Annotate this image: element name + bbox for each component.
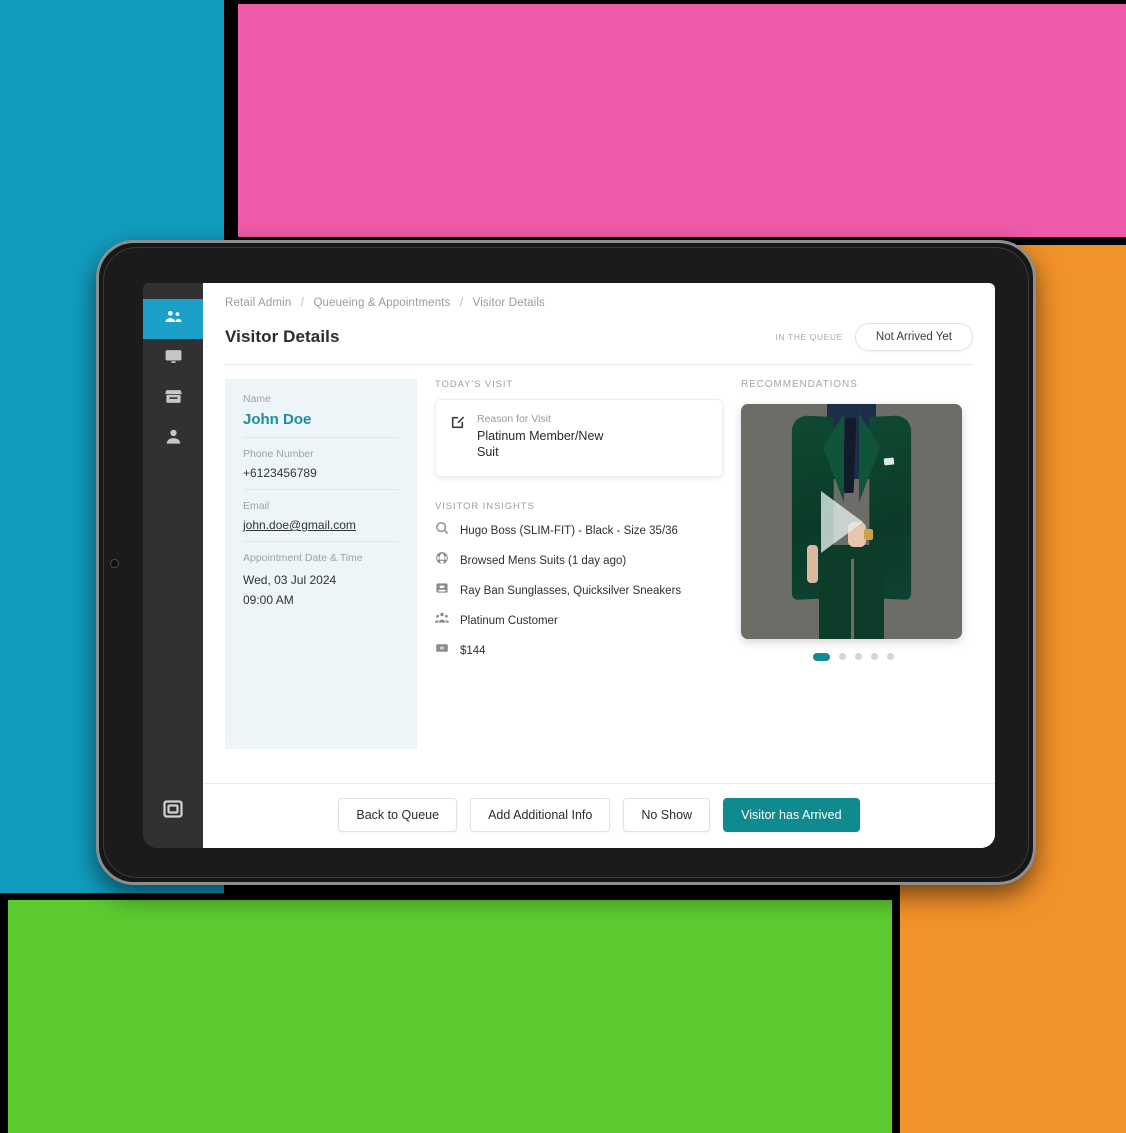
page-header: Visitor Details IN THE QUEUE Not Arrived… <box>225 323 973 351</box>
insight-text: Hugo Boss (SLIM-FIT) - Black - Size 35/3… <box>460 524 678 537</box>
insight-row: $144 <box>435 641 723 660</box>
play-icon[interactable] <box>820 490 863 553</box>
insight-row: Ray Ban Sunglasses, Quicksilver Sneakers <box>435 581 723 600</box>
sidebar-item-displays[interactable] <box>143 339 203 379</box>
money-card-icon <box>435 641 449 660</box>
app-body: Retail Admin / Queueing & Appointments /… <box>203 283 995 783</box>
appointment-date-value: Wed, 03 Jul 2024 <box>243 573 337 587</box>
recommendation-media-card[interactable] <box>741 404 962 639</box>
breadcrumb: Retail Admin / Queueing & Appointments /… <box>225 297 973 309</box>
sidebar-item-stop[interactable] <box>143 797 203 826</box>
people-group-icon <box>435 611 449 630</box>
breadcrumb-item-retail-admin[interactable]: Retail Admin <box>225 297 291 309</box>
carousel-dot-3[interactable] <box>854 653 862 661</box>
visit-details-column: TODAY'S VISIT Reason for Visit Platinum … <box>417 379 741 749</box>
search-icon <box>435 521 449 540</box>
field-email: Email john.doe@gmail.com <box>243 500 399 542</box>
visitor-email-value[interactable]: john.doe@gmail.com <box>243 518 399 532</box>
field-label: Appointment Date & Time <box>243 552 363 564</box>
tablet-screen: Retail Admin / Queueing & Appointments /… <box>143 283 995 848</box>
sidebar-item-queue[interactable] <box>143 299 203 339</box>
sidebar-item-store[interactable] <box>143 379 203 419</box>
reason-text-group: Reason for Visit Platinum Member/New Sui… <box>477 413 627 463</box>
visitor-insights-section: VISITOR INSIGHTS Hugo Boss (SLIM-FIT) - … <box>435 501 723 660</box>
screenshot-stage: Retail Admin / Queueing & Appointments /… <box>0 0 1126 1133</box>
back-to-queue-button[interactable]: Back to Queue <box>338 798 458 832</box>
add-additional-info-button[interactable]: Add Additional Info <box>470 798 611 832</box>
monitor-icon <box>164 347 183 371</box>
visitor-info-panel: Name John Doe Phone Number +6123456789 E… <box>225 379 417 749</box>
breadcrumb-item-queueing[interactable]: Queueing & Appointments <box>313 297 450 309</box>
insight-row: Platinum Customer <box>435 611 723 630</box>
insight-text: Browsed Mens Suits (1 day ago) <box>460 554 627 567</box>
app-sidebar <box>143 283 203 848</box>
recommendations-column: RECOMMENDATIONS <box>741 379 973 749</box>
field-label: Phone Number <box>243 448 314 460</box>
status-label: IN THE QUEUE <box>775 332 843 342</box>
camera-icon <box>110 558 119 568</box>
visitor-phone-value: +6123456789 <box>243 466 317 480</box>
action-footer: Back to Queue Add Additional Info No Sho… <box>203 783 995 848</box>
breadcrumb-separator: / <box>459 297 464 309</box>
visitor-insights-heading: VISITOR INSIGHTS <box>435 501 535 512</box>
field-label: Email <box>243 500 270 512</box>
content-columns: Name John Doe Phone Number +6123456789 E… <box>225 379 973 749</box>
no-show-button[interactable]: No Show <box>623 798 711 832</box>
reason-for-visit-card: Reason for Visit Platinum Member/New Sui… <box>435 399 723 477</box>
field-phone: Phone Number +6123456789 <box>243 448 399 490</box>
background-block-green <box>8 900 892 1133</box>
breadcrumb-item-visitor-details[interactable]: Visitor Details <box>473 297 545 309</box>
field-appointment: Appointment Date & Time Wed, 03 Jul 2024… <box>243 552 399 620</box>
insight-text: Platinum Customer <box>460 614 558 627</box>
carousel-dot-4[interactable] <box>870 653 878 661</box>
inbox-icon <box>435 581 449 600</box>
person-icon <box>164 427 183 451</box>
carousel-dot-1[interactable] <box>812 653 830 661</box>
tablet-device: Retail Admin / Queueing & Appointments /… <box>96 240 1036 885</box>
people-group-icon <box>164 307 183 331</box>
insight-row: Browsed Mens Suits (1 day ago) <box>435 551 723 570</box>
edit-square-icon <box>450 413 465 463</box>
reason-for-visit-value: Platinum Member/New Suit <box>477 429 604 460</box>
status-area: IN THE QUEUE Not Arrived Yet <box>775 323 973 351</box>
globe-icon <box>435 551 449 570</box>
insight-text: $144 <box>460 644 486 657</box>
status-badge[interactable]: Not Arrived Yet <box>854 323 973 351</box>
header-divider <box>225 364 973 365</box>
sidebar-item-profile[interactable] <box>143 419 203 459</box>
insight-text: Ray Ban Sunglasses, Quicksilver Sneakers <box>460 584 682 597</box>
stop-square-icon <box>161 797 185 826</box>
insight-row: Hugo Boss (SLIM-FIT) - Black - Size 35/3… <box>435 521 723 540</box>
todays-visit-heading: TODAY'S VISIT <box>435 379 514 390</box>
background-block-pink <box>238 4 1126 237</box>
store-icon <box>164 387 183 411</box>
carousel-dots <box>741 653 973 661</box>
carousel-dot-5[interactable] <box>886 653 894 661</box>
app-content: Retail Admin / Queueing & Appointments /… <box>203 283 995 848</box>
carousel-dot-2[interactable] <box>838 653 846 661</box>
reason-for-visit-label: Reason for Visit <box>477 413 551 425</box>
field-label: Name <box>243 393 272 405</box>
breadcrumb-separator: / <box>300 297 305 309</box>
page-title: Visitor Details <box>225 327 340 346</box>
field-name: Name John Doe <box>243 393 399 438</box>
recommendations-heading: RECOMMENDATIONS <box>741 379 858 390</box>
visitor-name-value: John Doe <box>243 411 312 428</box>
appointment-time-value: 09:00 AM <box>243 593 294 608</box>
visitor-has-arrived-button[interactable]: Visitor has Arrived <box>723 798 860 832</box>
